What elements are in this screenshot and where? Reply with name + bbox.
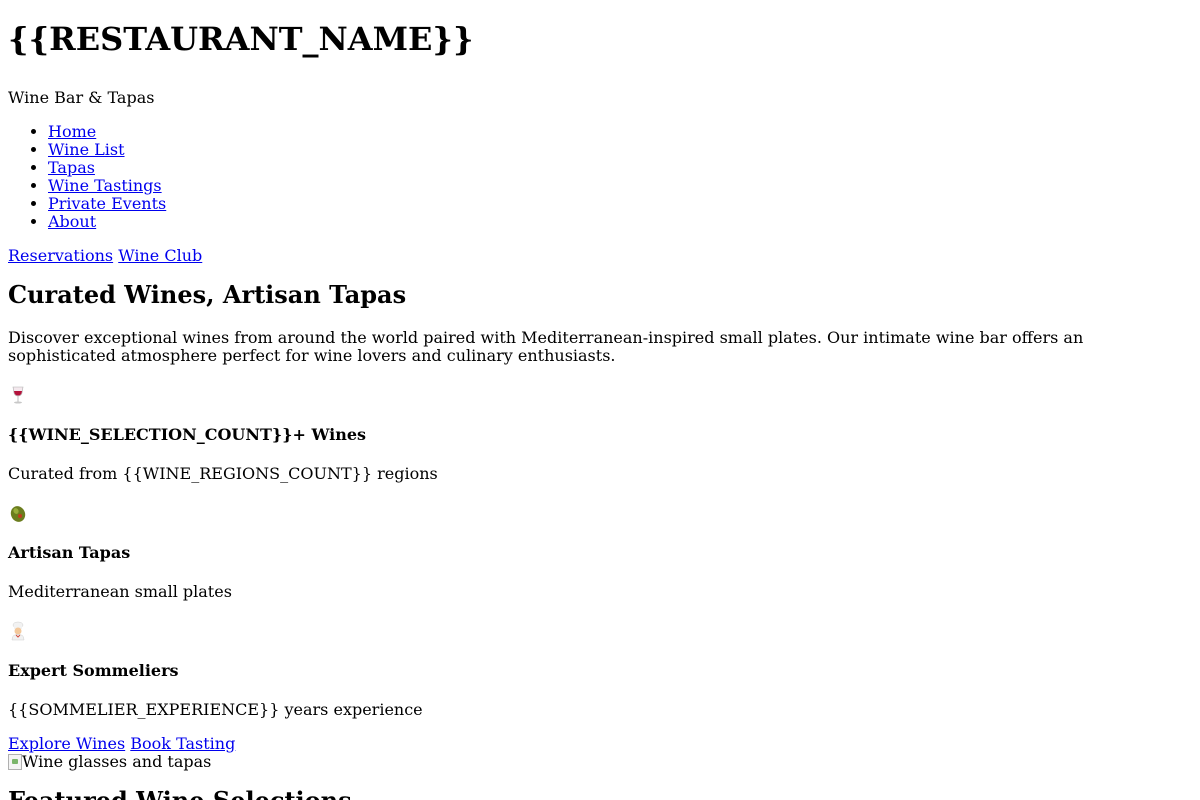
nav-item-home: Home bbox=[48, 123, 1192, 141]
book-tasting-link[interactable]: Book Tasting bbox=[130, 734, 235, 753]
nav-link-tapas[interactable]: Tapas bbox=[48, 158, 95, 177]
nav-item-wine-list: Wine List bbox=[48, 141, 1192, 159]
wine-glass-icon bbox=[8, 385, 1192, 405]
reservations-link[interactable]: Reservations bbox=[8, 246, 113, 265]
olive-icon bbox=[8, 503, 1192, 523]
broken-image-icon bbox=[8, 754, 22, 770]
nav-link-home[interactable]: Home bbox=[48, 122, 96, 141]
header-actions: Reservations Wine Club bbox=[8, 247, 1192, 265]
hero-cta: Explore Wines Book Tasting bbox=[8, 735, 1192, 753]
nav-link-private-events[interactable]: Private Events bbox=[48, 194, 166, 213]
restaurant-name: {{RESTAURANT_NAME}} bbox=[8, 20, 474, 58]
nav-item-tapas: Tapas bbox=[48, 159, 1192, 177]
nav-item-private-events: Private Events bbox=[48, 195, 1192, 213]
site-header: {{RESTAURANT_NAME}} Wine Bar & Tapas Hom… bbox=[8, 0, 1192, 265]
featured-section: Featured Wine Selections bbox=[8, 787, 1192, 800]
hero-image-alt: Wine glasses and tapas bbox=[22, 752, 212, 771]
nav-item-wine-tastings: Wine Tastings bbox=[48, 177, 1192, 195]
wine-club-link[interactable]: Wine Club bbox=[118, 246, 202, 265]
feature-wines: {{WINE_SELECTION_COUNT}}+ Wines Curated … bbox=[8, 385, 1192, 483]
feature-title: Artisan Tapas bbox=[8, 543, 131, 562]
feature-sommeliers: Expert Sommeliers {{SOMMELIER_EXPERIENCE… bbox=[8, 621, 1192, 719]
chef-icon bbox=[8, 621, 1192, 641]
nav-link-wine-list[interactable]: Wine List bbox=[48, 140, 125, 159]
feature-tapas: Artisan Tapas Mediterranean small plates bbox=[8, 503, 1192, 601]
main-nav: Home Wine List Tapas Wine Tastings Priva… bbox=[8, 123, 1192, 231]
explore-wines-link[interactable]: Explore Wines bbox=[8, 734, 125, 753]
feature-text: {{SOMMELIER_EXPERIENCE}} years experienc… bbox=[8, 700, 423, 719]
hero-description: Discover exceptional wines from around t… bbox=[8, 328, 1084, 365]
tagline: Wine Bar & Tapas bbox=[8, 88, 155, 107]
nav-link-about[interactable]: About bbox=[48, 212, 96, 231]
hero-title: Curated Wines, Artisan Tapas bbox=[8, 280, 407, 309]
feature-title: Expert Sommeliers bbox=[8, 661, 179, 680]
nav-item-about: About bbox=[48, 213, 1192, 231]
feature-text: Mediterranean small plates bbox=[8, 582, 232, 601]
nav-link-wine-tastings[interactable]: Wine Tastings bbox=[48, 176, 162, 195]
feature-text: Curated from {{WINE_REGIONS_COUNT}} regi… bbox=[8, 464, 438, 483]
hero-section: Curated Wines, Artisan Tapas Discover ex… bbox=[8, 281, 1192, 771]
hero-image: Wine glasses and tapas bbox=[8, 753, 1192, 771]
featured-title: Featured Wine Selections bbox=[8, 787, 1192, 800]
page: {{RESTAURANT_NAME}} Wine Bar & Tapas Hom… bbox=[0, 0, 1200, 800]
feature-title: {{WINE_SELECTION_COUNT}}+ Wines bbox=[8, 425, 367, 444]
